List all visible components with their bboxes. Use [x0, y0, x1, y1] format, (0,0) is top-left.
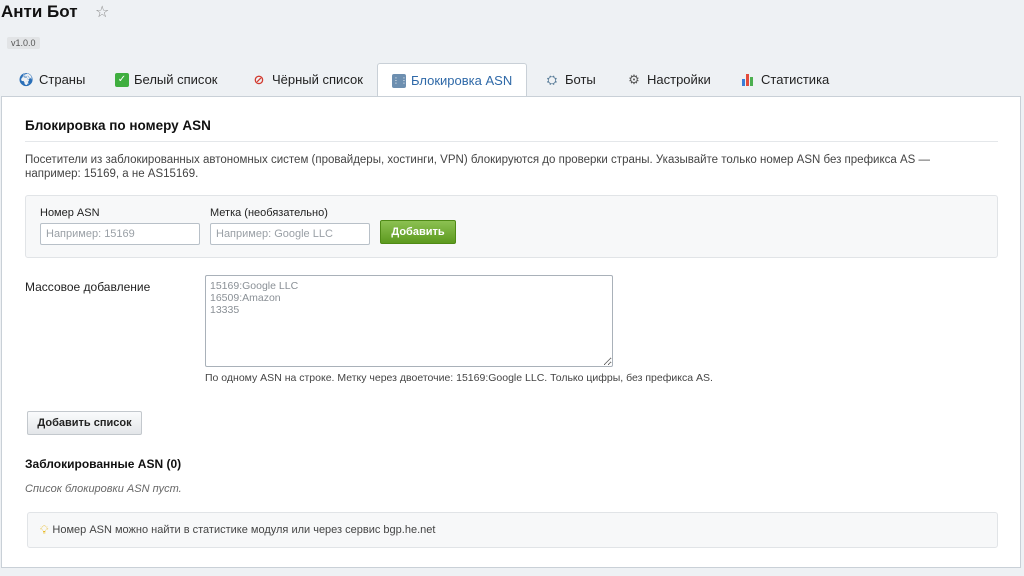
tab-settings[interactable]: ⚙ Настройки	[624, 63, 713, 96]
tip-box: 💡︎ Номер ASN можно найти в статистике мо…	[27, 512, 998, 548]
tab-blacklist[interactable]: ⊘ Чёрный список	[249, 63, 365, 96]
add-asn-button[interactable]: Добавить	[380, 220, 456, 244]
globe-icon: 🌍︎	[18, 71, 35, 87]
tab-bots[interactable]: ⛭ Боты	[542, 63, 598, 96]
ban-icon: ⊘	[253, 71, 265, 87]
tip-text: Номер ASN можно найти в статистике модул…	[52, 524, 436, 536]
add-asn-form: Номер ASN Метка (необязательно) Добавить	[25, 195, 998, 258]
section-title: Блокировка по номеру ASN	[25, 118, 211, 133]
asn-number-input[interactable]	[40, 223, 200, 245]
divider	[25, 141, 998, 142]
tab-label: Чёрный список	[272, 72, 363, 87]
tab-asn-block[interactable]: ⋮⋮ Блокировка ASN	[377, 63, 528, 97]
asn-number-label: Номер ASN	[40, 207, 100, 219]
tab-bar: 🌍︎ Страны ✓ Белый список ⊘ Чёрный список…	[0, 63, 1024, 97]
asn-tag-input[interactable]	[210, 223, 370, 245]
gear-icon: ⚙	[628, 71, 640, 87]
bulk-add-hint: По одному ASN на строке. Метку через дво…	[205, 372, 713, 384]
section-description: Посетители из заблокированных автономных…	[25, 154, 930, 180]
bulk-add-label: Массовое добавление	[25, 280, 151, 294]
tab-label: Статистика	[761, 72, 830, 87]
blocked-asn-title: Заблокированные ASN (0)	[25, 457, 182, 471]
tab-statistics[interactable]: Статистика	[740, 63, 831, 96]
tab-label: Боты	[565, 72, 596, 87]
bot-icon: ⛭	[546, 71, 558, 87]
tab-label: Настройки	[647, 72, 711, 87]
star-icon[interactable]: ☆	[95, 3, 109, 23]
tab-label: Блокировка ASN	[411, 73, 513, 88]
bar-chart-icon	[742, 73, 756, 86]
asn-block-panel: Блокировка по номеру ASN Посетители из з…	[1, 96, 1021, 568]
tab-label: Белый список	[134, 72, 218, 87]
add-list-button[interactable]: Добавить список	[27, 411, 142, 435]
checkmark-icon: ✓	[115, 72, 129, 87]
app-title: Анти Бот	[1, 2, 78, 21]
tab-whitelist[interactable]: ✓ Белый список	[113, 63, 220, 96]
version-badge: v1.0.0	[7, 37, 40, 49]
tab-label: Страны	[39, 72, 86, 87]
keypad-icon: ⋮⋮	[392, 73, 408, 88]
bulk-add-textarea[interactable]	[205, 275, 613, 367]
tab-countries[interactable]: 🌍︎ Страны	[16, 63, 87, 96]
lightbulb-icon: 💡︎	[40, 522, 49, 537]
header: Анти Бот ☆ v1.0.0	[0, 0, 1024, 64]
blocked-asn-empty: Список блокировки ASN пуст.	[25, 483, 182, 495]
asn-tag-label: Метка (необязательно)	[210, 207, 328, 219]
